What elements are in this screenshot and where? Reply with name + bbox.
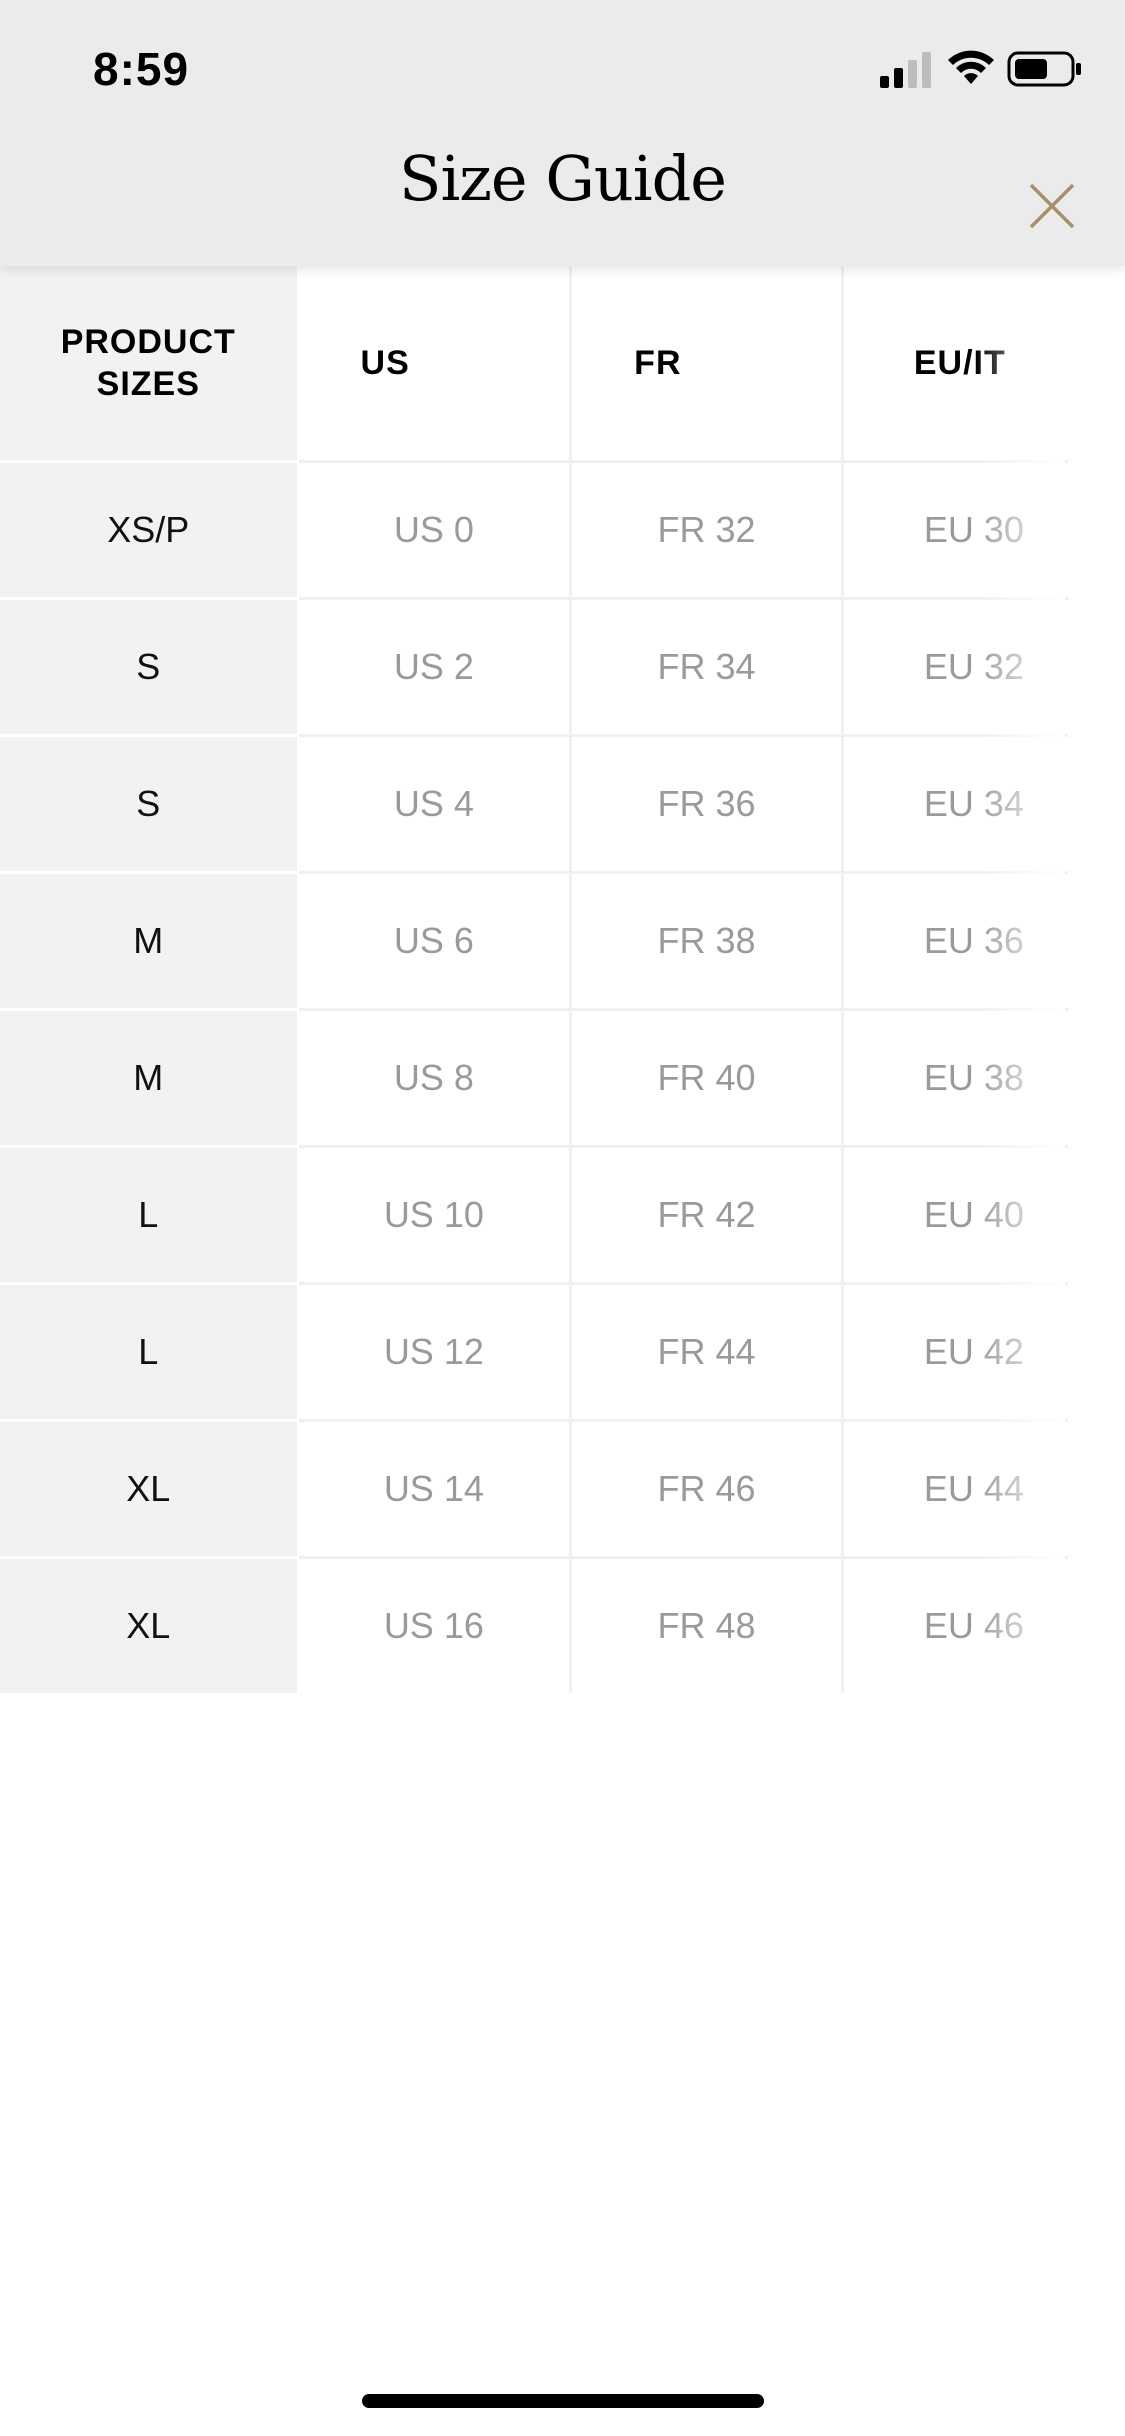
cell-fr-size: FR 38: [570, 871, 844, 1010]
table-header-row: PRODUCT SIZES US FR EU/IT: [0, 266, 1125, 462]
cell-fr-size: FR 44: [570, 1282, 844, 1421]
close-button[interactable]: [1012, 166, 1092, 246]
home-indicator[interactable]: [362, 2394, 764, 2408]
cell-us-size: US 14: [297, 1419, 573, 1558]
header-product-sizes: PRODUCT SIZES: [0, 266, 299, 462]
cellular-signal-icon: [880, 52, 931, 88]
cell-product-size: M: [0, 871, 299, 1010]
cell-fr-size: FR 42: [570, 1145, 844, 1284]
cell-us-size: US 0: [297, 460, 573, 599]
size-table-scroll[interactable]: PRODUCT SIZES US FR EU/IT XS/P US 0 FR 3…: [0, 266, 1125, 1693]
cell-product-size: M: [0, 1008, 299, 1147]
cell-product-size: L: [0, 1282, 299, 1421]
cell-product-size: S: [0, 734, 299, 873]
table-row: XL US 14 FR 46 EU 44: [0, 1419, 1125, 1558]
cell-product-size: XL: [0, 1419, 299, 1558]
table-row: S US 2 FR 34 EU 32: [0, 597, 1125, 736]
table-row: XL US 16 FR 48 EU 46: [0, 1556, 1125, 1693]
cell-product-size: XS/P: [0, 460, 299, 599]
header-us: US: [297, 266, 573, 462]
status-time: 8:59: [93, 43, 190, 95]
table-right-edge: [1068, 266, 1125, 1693]
cell-product-size: XL: [0, 1556, 299, 1693]
cell-us-size: US 10: [297, 1145, 573, 1284]
cell-fr-size: FR 46: [570, 1419, 844, 1558]
cell-us-size: US 2: [297, 597, 573, 736]
size-table: PRODUCT SIZES US FR EU/IT XS/P US 0 FR 3…: [0, 266, 1125, 1693]
table-row: M US 8 FR 40 EU 38: [0, 1008, 1125, 1147]
table-row: L US 12 FR 44 EU 42: [0, 1282, 1125, 1421]
cell-us-size: US 12: [297, 1282, 573, 1421]
cell-us-size: US 6: [297, 871, 573, 1010]
table-row: M US 6 FR 38 EU 36: [0, 871, 1125, 1010]
cell-us-size: US 8: [297, 1008, 573, 1147]
wifi-icon: [948, 50, 994, 84]
close-icon: [1029, 183, 1075, 229]
table-row: S US 4 FR 36 EU 34: [0, 734, 1125, 873]
cell-product-size: L: [0, 1145, 299, 1284]
cell-us-size: US 16: [297, 1556, 573, 1693]
cell-product-size: S: [0, 597, 299, 736]
table-row: XS/P US 0 FR 32 EU 30: [0, 460, 1125, 599]
header-product-sizes-label: PRODUCT SIZES: [60, 322, 236, 404]
header-fr: FR: [570, 266, 844, 462]
cell-fr-size: FR 34: [570, 597, 844, 736]
cell-us-size: US 4: [297, 734, 573, 873]
cell-fr-size: FR 40: [570, 1008, 844, 1147]
header-bar: 8:59 Size Guide: [0, 0, 1125, 266]
page-title: Size Guide: [398, 142, 727, 215]
cell-fr-size: FR 32: [570, 460, 844, 599]
table-row: L US 10 FR 42 EU 40: [0, 1145, 1125, 1284]
cell-fr-size: FR 48: [570, 1556, 844, 1693]
battery-icon: [1007, 51, 1081, 87]
cell-fr-size: FR 36: [570, 734, 844, 873]
